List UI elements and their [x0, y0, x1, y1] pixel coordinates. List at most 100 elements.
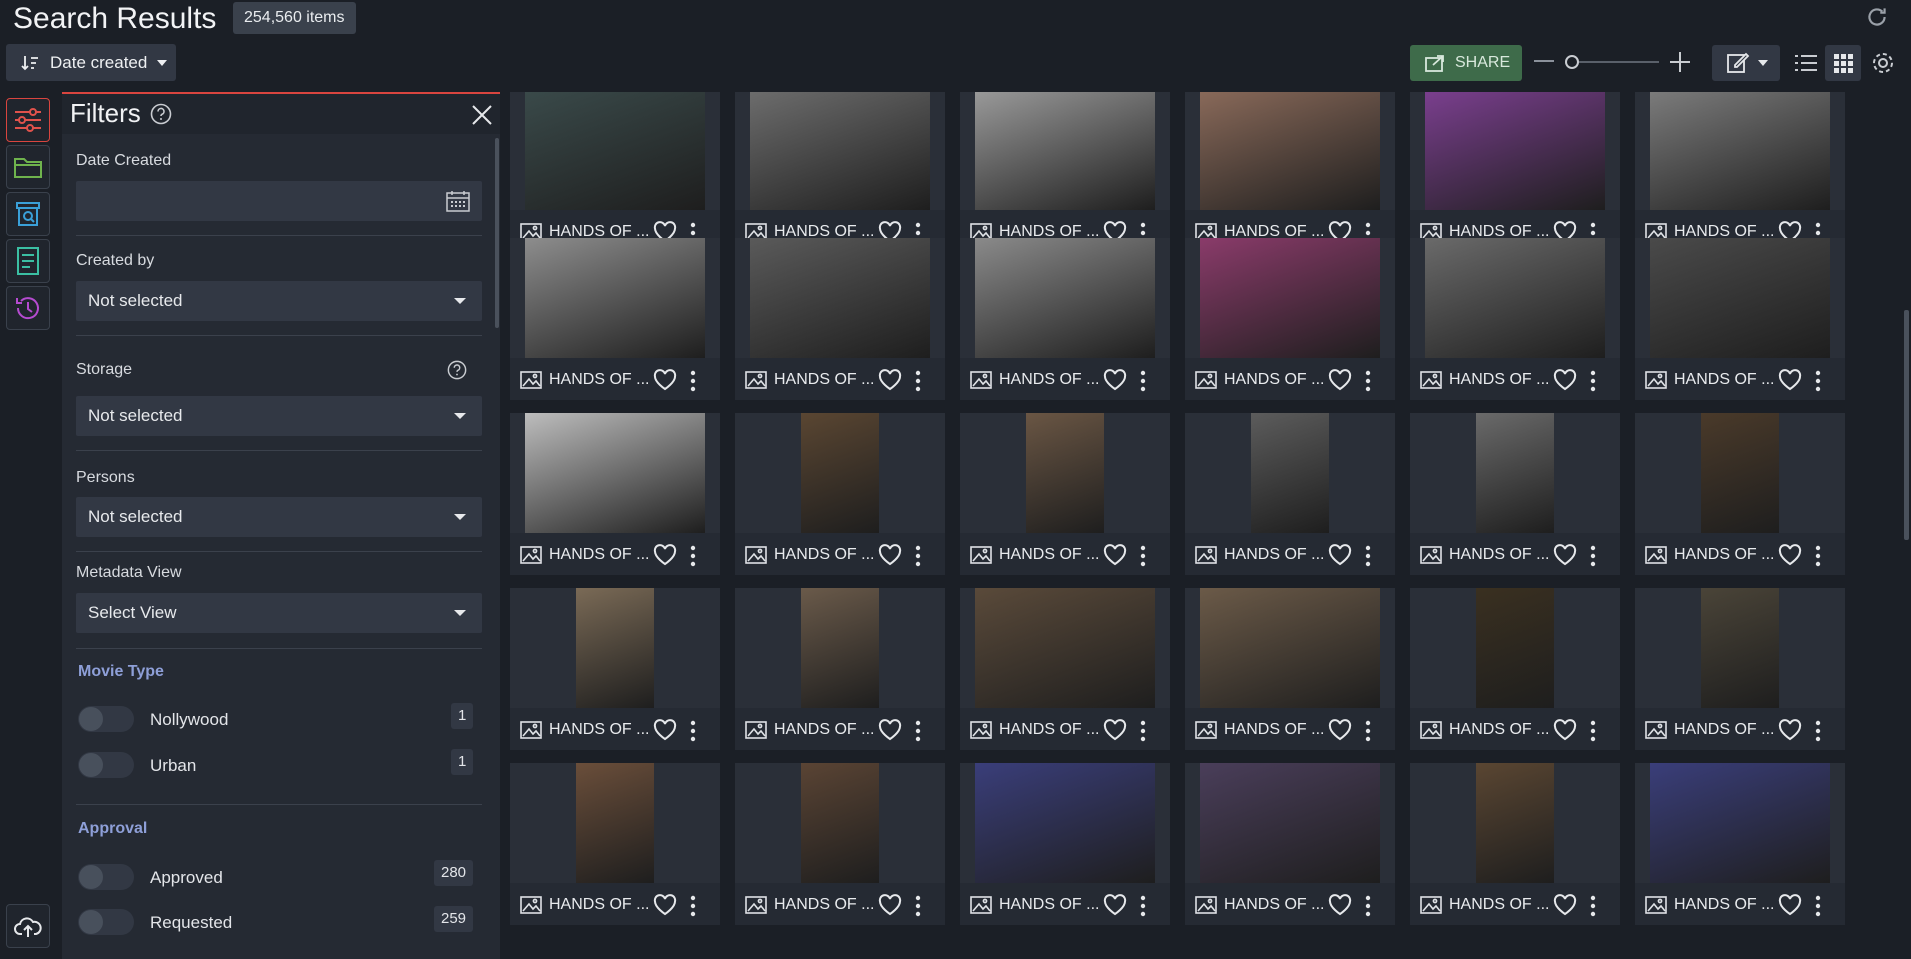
grid-view-button[interactable] — [1825, 45, 1861, 81]
asset-thumbnail[interactable] — [510, 238, 720, 358]
more-icon[interactable] — [1365, 720, 1371, 742]
heart-icon[interactable] — [878, 894, 902, 916]
asset-thumbnail[interactable] — [1410, 92, 1620, 210]
heart-icon[interactable] — [653, 719, 677, 741]
more-icon[interactable] — [915, 895, 921, 917]
asset-thumbnail[interactable] — [1410, 238, 1620, 358]
more-icon[interactable] — [1590, 895, 1596, 917]
heart-icon[interactable] — [1328, 719, 1352, 741]
asset-thumbnail[interactable] — [960, 238, 1170, 358]
asset-thumbnail[interactable] — [1635, 413, 1845, 533]
asset-thumbnail[interactable] — [1185, 238, 1395, 358]
asset-card[interactable]: HANDS OF ... — [510, 588, 720, 750]
urban-toggle[interactable] — [78, 752, 134, 778]
asset-card[interactable]: HANDS OF ... — [1635, 413, 1845, 575]
more-icon[interactable] — [1815, 720, 1821, 742]
heart-icon[interactable] — [653, 369, 677, 391]
asset-card[interactable]: HANDS OF ... — [1410, 763, 1620, 925]
asset-card[interactable]: HANDS OF ... — [1185, 92, 1395, 252]
asset-card[interactable]: HANDS OF ... — [735, 413, 945, 575]
asset-card[interactable]: HANDS OF ... — [510, 413, 720, 575]
more-icon[interactable] — [1140, 370, 1146, 392]
asset-thumbnail[interactable] — [735, 92, 945, 210]
approved-toggle[interactable] — [78, 864, 134, 890]
asset-card[interactable]: HANDS OF ... — [1410, 588, 1620, 750]
asset-thumbnail[interactable] — [1185, 92, 1395, 210]
heart-icon[interactable] — [653, 544, 677, 566]
heart-icon[interactable] — [1103, 719, 1127, 741]
more-icon[interactable] — [690, 370, 696, 392]
asset-thumbnail[interactable] — [1410, 763, 1620, 883]
heart-icon[interactable] — [1103, 369, 1127, 391]
asset-card[interactable]: HANDS OF ... — [1185, 413, 1395, 575]
heart-icon[interactable] — [878, 369, 902, 391]
more-icon[interactable] — [1140, 895, 1146, 917]
asset-thumbnail[interactable] — [1410, 588, 1620, 708]
asset-thumbnail[interactable] — [510, 588, 720, 708]
documents-rail-button[interactable] — [6, 239, 50, 283]
zoom-in-icon[interactable] — [1668, 50, 1692, 74]
heart-icon[interactable] — [1553, 894, 1577, 916]
asset-card[interactable]: HANDS OF ... — [1185, 763, 1395, 925]
persons-select[interactable]: Not selected — [76, 497, 482, 537]
date-created-field[interactable] — [76, 181, 482, 221]
edit-menu-button[interactable] — [1712, 45, 1780, 81]
filters-rail-button[interactable] — [6, 98, 50, 142]
asset-card[interactable]: HANDS OF ... — [1410, 238, 1620, 400]
heart-icon[interactable] — [1778, 544, 1802, 566]
more-icon[interactable] — [1140, 545, 1146, 567]
heart-icon[interactable] — [1103, 894, 1127, 916]
more-icon[interactable] — [1365, 545, 1371, 567]
help-icon[interactable] — [447, 360, 467, 380]
zoom-out-icon[interactable] — [1534, 60, 1554, 62]
asset-card[interactable]: HANDS OF ... — [1635, 238, 1845, 400]
asset-card[interactable]: HANDS OF ... — [960, 92, 1170, 252]
asset-thumbnail[interactable] — [960, 588, 1170, 708]
help-icon[interactable] — [150, 103, 172, 125]
more-icon[interactable] — [1140, 720, 1146, 742]
heart-icon[interactable] — [1778, 719, 1802, 741]
asset-thumbnail[interactable] — [735, 413, 945, 533]
asset-card[interactable]: HANDS OF ... — [960, 238, 1170, 400]
heart-icon[interactable] — [1553, 369, 1577, 391]
close-icon[interactable] — [470, 103, 494, 127]
asset-thumbnail[interactable] — [1410, 413, 1620, 533]
heart-icon[interactable] — [1778, 369, 1802, 391]
heart-icon[interactable] — [1328, 894, 1352, 916]
asset-card[interactable]: HANDS OF ... — [1410, 92, 1620, 252]
more-icon[interactable] — [915, 370, 921, 392]
asset-card[interactable]: HANDS OF ... — [1635, 92, 1845, 252]
asset-thumbnail[interactable] — [510, 763, 720, 883]
asset-card[interactable]: HANDS OF ... — [510, 92, 720, 252]
heart-icon[interactable] — [1778, 894, 1802, 916]
heart-icon[interactable] — [878, 544, 902, 566]
heart-icon[interactable] — [1553, 544, 1577, 566]
nollywood-toggle[interactable] — [78, 706, 134, 732]
asset-thumbnail[interactable] — [960, 763, 1170, 883]
archive-search-rail-button[interactable] — [6, 192, 50, 236]
filters-scrollbar-thumb[interactable] — [495, 138, 499, 328]
asset-thumbnail[interactable] — [960, 92, 1170, 210]
more-icon[interactable] — [915, 545, 921, 567]
more-icon[interactable] — [1365, 895, 1371, 917]
asset-card[interactable]: HANDS OF ... — [735, 588, 945, 750]
asset-card[interactable]: HANDS OF ... — [735, 92, 945, 252]
asset-thumbnail[interactable] — [1185, 588, 1395, 708]
asset-card[interactable]: HANDS OF ... — [510, 238, 720, 400]
metadata-view-select[interactable]: Select View — [76, 593, 482, 633]
created-by-select[interactable]: Not selected — [76, 281, 482, 321]
asset-card[interactable]: HANDS OF ... — [1635, 588, 1845, 750]
asset-thumbnail[interactable] — [735, 238, 945, 358]
asset-card[interactable]: HANDS OF ... — [1185, 588, 1395, 750]
asset-thumbnail[interactable] — [1185, 763, 1395, 883]
asset-thumbnail[interactable] — [510, 413, 720, 533]
settings-icon[interactable] — [1870, 50, 1896, 76]
results-scrollbar[interactable] — [1904, 310, 1909, 540]
upload-button[interactable] — [6, 904, 50, 948]
more-icon[interactable] — [1590, 370, 1596, 392]
calendar-icon[interactable] — [446, 190, 470, 212]
heart-icon[interactable] — [1553, 719, 1577, 741]
asset-thumbnail[interactable] — [735, 763, 945, 883]
asset-card[interactable]: HANDS OF ... — [735, 763, 945, 925]
asset-thumbnail[interactable] — [1635, 763, 1845, 883]
